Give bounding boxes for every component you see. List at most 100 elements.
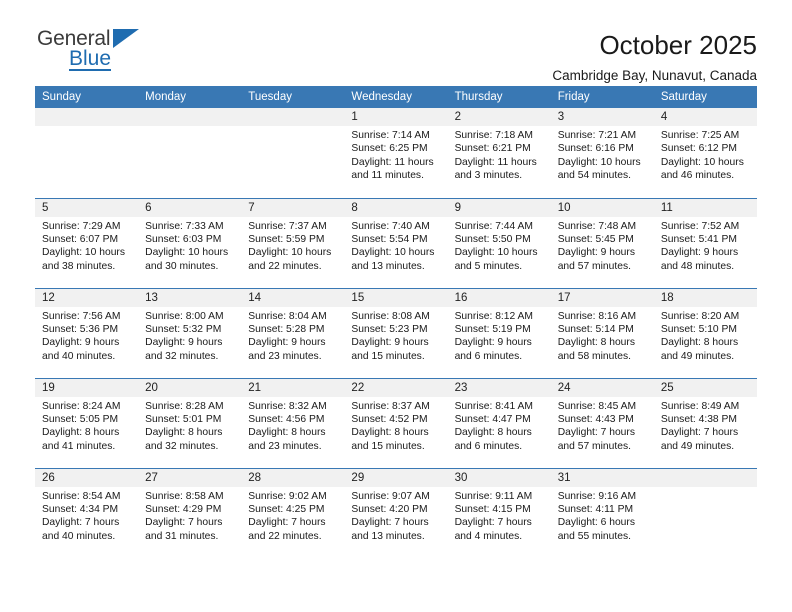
sunset-text: Sunset: 5:50 PM	[454, 233, 531, 245]
daylight-text: Daylight: 9 hours and 32 minutes.	[145, 337, 223, 362]
sunrise-text: Sunrise: 8:20 AM	[660, 310, 740, 322]
triangle-icon	[113, 29, 139, 48]
day-number: 29	[344, 468, 448, 487]
day-number: 1	[344, 108, 448, 126]
day-details: Sunrise: 7:44 AM Sunset: 5:50 PM Daylight:…	[448, 217, 551, 274]
calendar-day-cell[interactable]: 7 Sunrise: 7:37 AM Sunset: 5:59 PM Daylight…	[241, 197, 345, 288]
calendar-day-cell[interactable]: 29 Sunrise: 9:07 AM Sunset: 4:20 PM Dayligh…	[344, 467, 448, 558]
calendar-day-cell[interactable]: 26 Sunrise: 8:54 AM Sunset: 4:34 PM Dayligh…	[35, 467, 139, 558]
sunrise-text: Sunrise: 8:32 AM	[248, 400, 327, 412]
calendar-day-cell[interactable]: 14 Sunrise: 8:04 AM Sunset: 5:28 PM Dayligh…	[241, 287, 345, 378]
calendar-day-cell[interactable]: 28 Sunrise: 9:02 AM Sunset: 4:25 PM Dayligh…	[241, 467, 345, 558]
day-number: 24	[550, 378, 654, 397]
daylight-text: Daylight: 10 hours and 46 minutes.	[660, 156, 744, 182]
daylight-text: Daylight: 11 hours and 3 minutes.	[454, 156, 537, 182]
calendar-day-cell[interactable]: 5 Sunrise: 7:29 AM Sunset: 6:07 PM Daylight…	[35, 197, 139, 288]
calendar-day-cell[interactable]: 31 Sunrise: 9:16 AM Sunset: 4:11 PM Dayligh…	[550, 467, 654, 558]
sunset-text: Sunset: 4:38 PM	[660, 413, 737, 425]
calendar-day-cell[interactable]: 12 Sunrise: 7:56 AM Sunset: 5:36 PM Dayligh…	[35, 287, 139, 378]
day-details: Sunrise: 8:24 AM Sunset: 5:05 PM Daylight:…	[35, 397, 138, 454]
sunrise-text: Sunrise: 9:16 AM	[557, 490, 637, 502]
sunrise-text: Sunrise: 7:33 AM	[145, 220, 224, 232]
calendar-day-cell[interactable]: 9 Sunrise: 7:44 AM Sunset: 5:50 PM Daylight…	[447, 197, 551, 288]
sunset-text: Sunset: 4:11 PM	[557, 503, 634, 515]
day-number: 18	[653, 288, 757, 307]
day-number: 20	[138, 378, 242, 397]
page-header: General Blue October 2025 Cambridge Bay,…	[35, 0, 757, 84]
day-number: 3	[550, 108, 654, 126]
day-number: 13	[138, 288, 242, 307]
day-details: Sunrise: 7:40 AM Sunset: 5:54 PM Daylight:…	[344, 217, 447, 274]
day-details: Sunrise: 7:56 AM Sunset: 5:36 PM Daylight:…	[35, 307, 138, 364]
calendar-day-cell[interactable]: 30 Sunrise: 9:11 AM Sunset: 4:15 PM Dayligh…	[447, 467, 551, 558]
day-number	[138, 108, 242, 126]
day-details: Sunrise: 7:48 AM Sunset: 5:45 PM Daylight:…	[551, 217, 654, 274]
day-number: 2	[447, 108, 551, 126]
calendar-day-cell[interactable]: 15 Sunrise: 8:08 AM Sunset: 5:23 PM Dayligh…	[344, 287, 448, 378]
calendar-day-cell[interactable]: 23 Sunrise: 8:41 AM Sunset: 4:47 PM Dayligh…	[447, 377, 551, 468]
calendar-week-row: 12 Sunrise: 7:56 AM Sunset: 5:36 PM Dayligh…	[35, 287, 757, 378]
page-subtitle: Cambridge Bay, Nunavut, Canada	[552, 68, 757, 83]
sunset-text: Sunset: 5:28 PM	[248, 323, 325, 335]
calendar-day-cell[interactable]: 8 Sunrise: 7:40 AM Sunset: 5:54 PM Daylight…	[344, 197, 448, 288]
calendar-day-cell[interactable]: 20 Sunrise: 8:28 AM Sunset: 5:01 PM Dayligh…	[138, 377, 242, 468]
sunset-text: Sunset: 5:59 PM	[248, 233, 325, 245]
calendar-day-cell[interactable]: 16 Sunrise: 8:12 AM Sunset: 5:19 PM Dayligh…	[447, 287, 551, 378]
calendar-day-cell[interactable]: 21 Sunrise: 8:32 AM Sunset: 4:56 PM Dayligh…	[241, 377, 345, 468]
day-number: 8	[344, 198, 448, 217]
calendar-day-cell[interactable]: 3 Sunrise: 7:21 AM Sunset: 6:16 PM Daylight…	[550, 108, 654, 198]
day-number: 7	[241, 198, 345, 217]
sunrise-text: Sunrise: 7:37 AM	[248, 220, 327, 232]
day-number: 31	[550, 468, 654, 487]
sunrise-text: Sunrise: 8:58 AM	[145, 490, 224, 502]
sunset-text: Sunset: 5:36 PM	[42, 323, 119, 335]
day-number: 21	[241, 378, 345, 397]
calendar-day-cell[interactable]: 2 Sunrise: 7:18 AM Sunset: 6:21 PM Daylight…	[447, 108, 551, 198]
day-details: Sunrise: 8:00 AM Sunset: 5:32 PM Daylight:…	[138, 307, 241, 364]
logo-text-general: General	[37, 27, 111, 50]
calendar-day-cell[interactable]: 13 Sunrise: 8:00 AM Sunset: 5:32 PM Dayligh…	[138, 287, 242, 378]
calendar-day-cell[interactable]: 6 Sunrise: 7:33 AM Sunset: 6:03 PM Daylight…	[138, 197, 242, 288]
calendar-day-cell[interactable]: 24 Sunrise: 8:45 AM Sunset: 4:43 PM Dayligh…	[550, 377, 654, 468]
sunset-text: Sunset: 4:15 PM	[454, 503, 531, 515]
day-details: Sunrise: 7:25 AM Sunset: 6:12 PM Daylight:…	[654, 126, 757, 183]
sunset-text: Sunset: 6:03 PM	[145, 233, 222, 245]
sunset-text: Sunset: 6:07 PM	[42, 233, 119, 245]
sunset-text: Sunset: 5:45 PM	[557, 233, 634, 245]
sunset-text: Sunset: 6:12 PM	[660, 143, 737, 155]
calendar-day-cell[interactable]: 27 Sunrise: 8:58 AM Sunset: 4:29 PM Dayligh…	[138, 467, 242, 558]
day-number: 22	[344, 378, 448, 397]
day-details: Sunrise: 8:28 AM Sunset: 5:01 PM Daylight:…	[138, 397, 241, 454]
daylight-text: Daylight: 6 hours and 55 minutes.	[557, 517, 635, 542]
calendar-day-cell[interactable]: 1 Sunrise: 7:14 AM Sunset: 6:25 PM Daylight…	[344, 108, 448, 198]
daylight-text: Daylight: 8 hours and 23 minutes.	[248, 427, 326, 452]
daylight-text: Daylight: 7 hours and 4 minutes.	[454, 517, 532, 542]
day-number	[653, 468, 757, 487]
calendar-day-cell[interactable]: 4 Sunrise: 7:25 AM Sunset: 6:12 PM Daylight…	[653, 108, 757, 198]
calendar-day-cell[interactable]: 25 Sunrise: 8:49 AM Sunset: 4:38 PM Dayligh…	[653, 377, 757, 468]
calendar-day-cell[interactable]: 17 Sunrise: 8:16 AM Sunset: 5:14 PM Dayligh…	[550, 287, 654, 378]
day-details: Sunrise: 8:49 AM Sunset: 4:38 PM Daylight:…	[654, 397, 757, 454]
calendar-week-row: 19 Sunrise: 8:24 AM Sunset: 5:05 PM Dayligh…	[35, 377, 757, 468]
weekday-header-thursday: Thursday	[447, 86, 551, 108]
day-number: 23	[447, 378, 551, 397]
sunrise-text: Sunrise: 8:08 AM	[351, 310, 430, 322]
calendar-day-cell-empty	[653, 467, 757, 558]
daylight-text: Daylight: 10 hours and 54 minutes.	[557, 156, 641, 182]
sunset-text: Sunset: 6:16 PM	[557, 143, 634, 155]
calendar-day-cell-empty	[138, 108, 242, 198]
day-details: Sunrise: 8:04 AM Sunset: 5:28 PM Daylight:…	[241, 307, 344, 364]
daylight-text: Daylight: 7 hours and 22 minutes.	[248, 517, 326, 542]
calendar-day-cell[interactable]: 18 Sunrise: 8:20 AM Sunset: 5:10 PM Dayligh…	[653, 287, 757, 378]
sunrise-text: Sunrise: 8:12 AM	[454, 310, 533, 322]
calendar-day-cell[interactable]: 11 Sunrise: 7:52 AM Sunset: 5:41 PM Dayligh…	[653, 197, 757, 288]
sunset-text: Sunset: 5:05 PM	[42, 413, 119, 425]
sunset-text: Sunset: 4:56 PM	[248, 413, 325, 425]
calendar-day-cell[interactable]: 22 Sunrise: 8:37 AM Sunset: 4:52 PM Dayligh…	[344, 377, 448, 468]
sunrise-text: Sunrise: 8:45 AM	[557, 400, 637, 412]
day-details: Sunrise: 8:58 AM Sunset: 4:29 PM Daylight:…	[138, 487, 241, 544]
day-number: 10	[550, 198, 654, 217]
sunrise-text: Sunrise: 9:11 AM	[454, 490, 533, 502]
calendar-day-cell[interactable]: 19 Sunrise: 8:24 AM Sunset: 5:05 PM Dayligh…	[35, 377, 139, 468]
calendar-day-cell[interactable]: 10 Sunrise: 7:48 AM Sunset: 5:45 PM Dayligh…	[550, 197, 654, 288]
